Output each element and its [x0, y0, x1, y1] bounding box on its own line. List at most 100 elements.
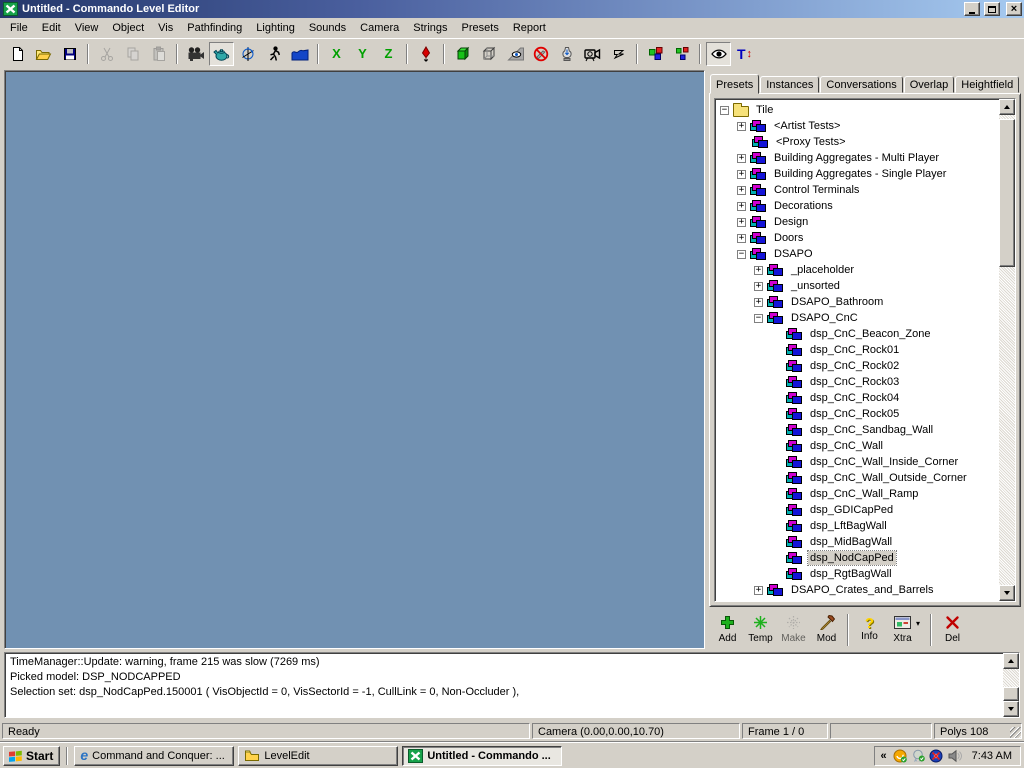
scroll-thumb[interactable] [999, 119, 1015, 267]
av-shield-icon[interactable] [929, 749, 944, 763]
taskbar-task[interactable]: eCommand and Conquer: ... [74, 746, 234, 766]
viewport[interactable] [4, 70, 705, 649]
light-icon[interactable] [554, 42, 579, 66]
tab-conversations[interactable]: Conversations [820, 76, 902, 93]
vis-camera-icon[interactable] [502, 42, 527, 66]
tree-expander-plus[interactable]: + [737, 122, 746, 131]
open-icon[interactable] [31, 42, 56, 66]
log-scrollbar[interactable] [1003, 653, 1019, 717]
tree-expander-plus[interactable]: + [754, 282, 763, 291]
tree-item-label[interactable]: dsp_CnC_Wall [808, 439, 885, 453]
tree-item-label[interactable]: dsp_RgtBagWall [808, 567, 894, 581]
log-scroll-thumb[interactable] [1003, 687, 1019, 701]
tree-item-label[interactable]: dsp_CnC_Rock02 [808, 359, 901, 373]
tray-chevron-icon[interactable]: « [881, 750, 887, 762]
walk-icon[interactable] [261, 42, 286, 66]
tree-scrollbar[interactable] [999, 99, 1015, 601]
rgb-dots-icon[interactable] [669, 42, 694, 66]
axis-y-icon[interactable]: Y [350, 42, 375, 66]
cert-check-icon[interactable] [911, 749, 926, 763]
volume-icon[interactable] [947, 749, 962, 763]
tree-item-label[interactable]: DSAPO_Crates_and_Barrels [789, 583, 935, 597]
menu-camera[interactable]: Camera [353, 19, 406, 37]
taskbar-task[interactable]: LevelEdit [238, 746, 398, 766]
log-scroll-track[interactable] [1003, 669, 1019, 687]
tree-item-label[interactable]: Control Terminals [772, 183, 861, 197]
no-occluder-icon[interactable] [528, 42, 553, 66]
tree-expander-minus[interactable]: − [737, 250, 746, 259]
menu-presets[interactable]: Presets [455, 19, 506, 37]
movie-camera-icon[interactable] [183, 42, 208, 66]
scroll-track[interactable] [999, 267, 1015, 585]
tree-item-label[interactable]: DSAPO [772, 247, 815, 261]
axis-z-icon[interactable]: Z [376, 42, 401, 66]
tree-item-label[interactable]: dsp_CnC_Rock05 [808, 407, 901, 421]
maximize-button[interactable] [984, 2, 1000, 16]
axis-x-icon[interactable]: X [324, 42, 349, 66]
tree-expander-plus[interactable]: + [737, 234, 746, 243]
preset-temp-button[interactable]: Temp [744, 611, 777, 648]
polygon-icon[interactable] [606, 42, 631, 66]
tree-item-label[interactable]: <Artist Tests> [772, 119, 842, 133]
menu-lighting[interactable]: Lighting [249, 19, 302, 37]
tree-item-label[interactable]: dsp_GDICapPed [808, 503, 895, 517]
rgb-cubes-icon[interactable] [643, 42, 668, 66]
start-button[interactable]: Start [3, 746, 60, 766]
waypoint-icon[interactable] [413, 42, 438, 66]
tree-expander-plus[interactable]: + [737, 202, 746, 211]
tree-item-label[interactable]: Doors [772, 231, 805, 245]
tree-item-label[interactable]: dsp_LftBagWall [808, 519, 889, 533]
camera-view-icon[interactable] [580, 42, 605, 66]
tree-expander-plus[interactable]: + [737, 154, 746, 163]
tree-expander-plus[interactable]: + [754, 266, 763, 275]
tree-item-label[interactable]: <Proxy Tests> [774, 135, 848, 149]
tree-item-label[interactable]: dsp_CnC_Beacon_Zone [808, 327, 932, 341]
terrain-icon[interactable] [287, 42, 312, 66]
tree-item-label[interactable]: dsp_CnC_Wall_Inside_Corner [808, 455, 960, 469]
menu-report[interactable]: Report [506, 19, 553, 37]
menu-object[interactable]: Object [105, 19, 151, 37]
tree-item-label[interactable]: Design [772, 215, 810, 229]
menu-edit[interactable]: Edit [35, 19, 68, 37]
tree-expander-plus[interactable]: + [754, 298, 763, 307]
orbit-icon[interactable] [235, 42, 260, 66]
tree-item-label[interactable]: DSAPO_CnC [789, 311, 860, 325]
menu-sounds[interactable]: Sounds [302, 19, 353, 37]
tree-expander-plus[interactable]: + [754, 586, 763, 595]
tab-instances[interactable]: Instances [760, 76, 819, 93]
minimize-button[interactable] [964, 2, 980, 16]
preset-mod-button[interactable]: Mod [810, 611, 843, 648]
tree-item-label[interactable]: Building Aggregates - Single Player [772, 167, 948, 181]
eye-icon[interactable] [706, 42, 731, 66]
taskbar-task[interactable]: Untitled - Commando ... [402, 746, 562, 766]
tree-item-label[interactable]: _placeholder [789, 263, 856, 277]
scroll-up-button[interactable] [999, 99, 1015, 115]
teapot-icon[interactable] [209, 42, 234, 66]
menu-view[interactable]: View [68, 19, 106, 37]
tree-item-label[interactable]: dsp_MidBagWall [808, 535, 894, 549]
tree-expander-plus[interactable]: + [737, 218, 746, 227]
menu-vis[interactable]: Vis [151, 19, 180, 37]
menu-file[interactable]: File [3, 19, 35, 37]
tree-item-label[interactable]: dsp_CnC_Wall_Outside_Corner [808, 471, 969, 485]
solid-cube-icon[interactable] [450, 42, 475, 66]
tree-item-label[interactable]: dsp_CnC_Rock03 [808, 375, 901, 389]
xtra-dropdown-arrow[interactable]: ▾ [916, 619, 926, 628]
tree-item-label[interactable]: DSAPO_Bathroom [789, 295, 885, 309]
wire-cube-icon[interactable] [476, 42, 501, 66]
log-scroll-down-button[interactable] [1003, 701, 1019, 717]
tree-expander-plus[interactable]: + [737, 170, 746, 179]
update-check-icon[interactable] [893, 749, 908, 763]
tree-expander-minus[interactable]: − [754, 314, 763, 323]
tree-item-label[interactable]: dsp_CnC_Rock04 [808, 391, 901, 405]
preset-del-button[interactable]: Del [936, 611, 969, 648]
tab-presets[interactable]: Presets [710, 74, 759, 94]
menu-pathfinding[interactable]: Pathfinding [180, 19, 249, 37]
tree-item-label[interactable]: dsp_NodCapPed [808, 551, 896, 565]
close-button[interactable]: × [1006, 2, 1022, 16]
tree-item-label[interactable]: dsp_CnC_Wall_Ramp [808, 487, 920, 501]
tab-overlap[interactable]: Overlap [904, 76, 955, 93]
text-icon[interactable]: T↕ [732, 42, 757, 66]
tree-item-label[interactable]: _unsorted [789, 279, 842, 293]
tree-item-label[interactable]: dsp_CnC_Sandbag_Wall [808, 423, 935, 437]
